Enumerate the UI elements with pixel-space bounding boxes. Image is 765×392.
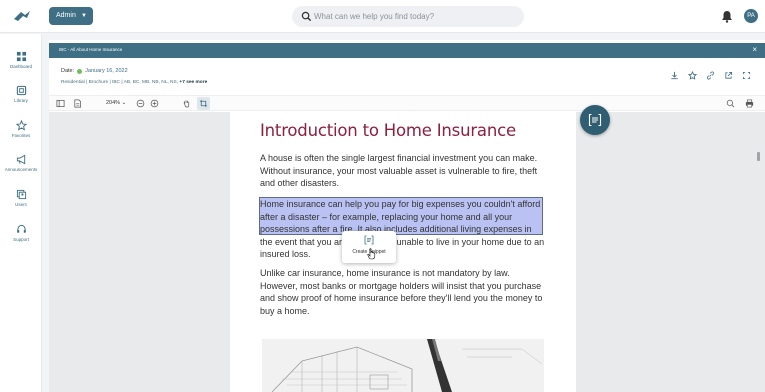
sidebar: Dashboard Library Favorites Announcement…	[0, 34, 42, 392]
snippet-icon	[364, 235, 374, 245]
document-panel: IBC - All About Home Insurance × Date: J…	[49, 40, 765, 392]
house-sketch-image	[262, 339, 544, 392]
crop-select-icon[interactable]	[199, 99, 208, 108]
sidebar-item-favorites[interactable]: Favorites	[0, 120, 42, 150]
scrollbar-thumb[interactable]	[757, 152, 760, 161]
sidebar-item-users[interactable]: Users	[0, 189, 42, 219]
document-actions	[670, 71, 751, 80]
paragraph-3: Unlike car insurance, home insurance is …	[260, 268, 543, 316]
fullscreen-icon[interactable]	[742, 71, 751, 80]
sidebar-item-label: Announcements	[4, 167, 38, 172]
sidebar-item-label: Library	[14, 98, 28, 103]
admin-label: Admin	[56, 12, 76, 19]
document-page: Introduction to Home Insurance A house i…	[230, 112, 576, 392]
zoom-level[interactable]: 204% ⌄	[106, 100, 126, 106]
date-label: Date:	[61, 68, 75, 74]
top-bar: Admin ▼ PA	[0, 0, 765, 33]
viewer-toolbar: 204% ⌄	[49, 95, 765, 111]
find-icon[interactable]	[726, 99, 735, 108]
download-icon[interactable]	[670, 71, 679, 80]
document-tab[interactable]: IBC - All About Home Insurance ×	[49, 43, 765, 58]
document-icon[interactable]	[73, 99, 82, 108]
sidebar-item-label: Favorites	[11, 133, 31, 138]
page-heading: Introduction to Home Insurance	[260, 121, 516, 140]
document-tab-title: IBC - All About Home Insurance	[59, 47, 123, 52]
chevron-down-icon: ▼	[81, 13, 87, 19]
users-icon	[16, 189, 26, 200]
search-icon	[301, 11, 312, 22]
pointer-hand-icon	[367, 248, 376, 260]
open-external-icon[interactable]	[724, 71, 733, 80]
notification-bell-icon[interactable]	[721, 10, 733, 23]
sidebar-item-announcements[interactable]: Announcements	[0, 154, 42, 184]
date-value: January 16, 2022	[85, 68, 128, 74]
avatar[interactable]: PA	[744, 9, 758, 23]
close-icon[interactable]: ×	[752, 45, 757, 55]
dashboard-icon	[16, 51, 26, 62]
status-dot-icon	[77, 68, 83, 74]
pan-hand-icon[interactable]	[182, 99, 191, 108]
document-viewer[interactable]: Introduction to Home Insurance A house i…	[49, 112, 765, 392]
paragraph-2[interactable]: Home insurance can help you pay for big …	[260, 198, 545, 261]
sidebar-item-label: Dashboard	[9, 64, 32, 69]
sidebar-item-library[interactable]: Library	[0, 85, 42, 115]
document-tags: Residential | Brochure | IBC | AB, BC, M…	[61, 80, 179, 85]
sidebar-toggle-icon[interactable]	[56, 99, 65, 108]
admin-dropdown-button[interactable]: Admin ▼	[49, 7, 93, 25]
sidebar-item-label: Support	[13, 237, 29, 242]
logo-icon[interactable]	[13, 9, 31, 23]
snippet-floating-button[interactable]	[580, 105, 610, 135]
sidebar-item-support[interactable]: Support	[0, 224, 42, 254]
library-icon	[16, 85, 26, 96]
zoom-value: 204%	[106, 100, 121, 106]
search-bar[interactable]	[292, 6, 524, 27]
document-metadata: Date: January 16, 2022 Residential | Bro…	[61, 68, 207, 85]
see-more-link[interactable]: +7 see more	[179, 80, 207, 85]
snippet-icon	[588, 113, 602, 127]
star-icon	[15, 120, 27, 131]
link-icon[interactable]	[706, 71, 715, 80]
zoom-out-icon[interactable]	[136, 99, 145, 108]
print-icon[interactable]	[745, 99, 754, 108]
search-input[interactable]	[314, 9, 514, 24]
zoom-in-icon[interactable]	[150, 99, 159, 108]
paragraph-1: A house is often the single largest fina…	[260, 153, 538, 188]
star-icon[interactable]	[688, 71, 697, 80]
megaphone-icon	[16, 154, 25, 165]
sidebar-item-dashboard[interactable]: Dashboard	[0, 51, 42, 81]
sidebar-item-label: Users	[15, 202, 27, 207]
headset-icon	[16, 224, 26, 233]
